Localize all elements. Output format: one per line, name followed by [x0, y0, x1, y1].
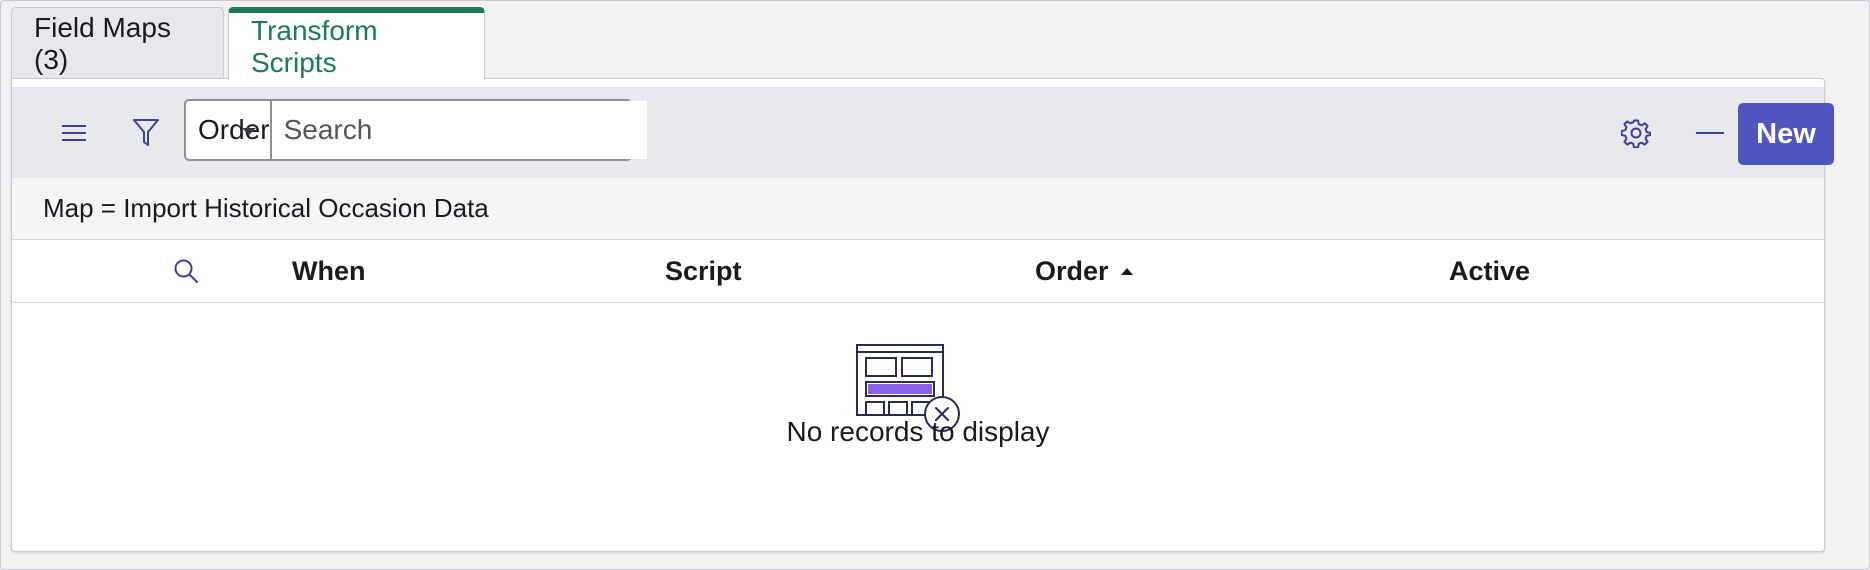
chevron-down-icon	[241, 128, 256, 135]
list-settings-button[interactable]	[1614, 111, 1658, 155]
table-header-row: When Script Order Active	[12, 240, 1824, 303]
search-field-value: Order	[198, 114, 270, 145]
search-icon	[174, 259, 198, 283]
list-search-group: Order	[184, 99, 647, 161]
column-header-active[interactable]: Active	[1449, 240, 1530, 302]
column-header-label: Script	[665, 255, 742, 286]
related-list-frame: Field Maps (3) Transform Scripts Order S…	[0, 0, 1870, 570]
column-header-label: Order	[1035, 255, 1109, 286]
column-header-label: When	[292, 255, 366, 286]
empty-state-message: No records to display	[786, 416, 1050, 447]
new-button-label: New	[1756, 117, 1816, 150]
search-input[interactable]	[271, 101, 647, 159]
breadcrumb-bar: Map = Import Historical Occasion Data	[12, 178, 1824, 240]
tab-label: Field Maps (3)	[34, 11, 171, 75]
tab-label: Transform Scripts	[251, 14, 378, 78]
hamburger-menu-icon	[62, 125, 86, 141]
tab-field-maps[interactable]: Field Maps (3)	[11, 7, 224, 79]
column-header-when[interactable]: When	[292, 240, 366, 302]
sort-ascending-icon	[1120, 267, 1133, 275]
column-header-order[interactable]: Order	[1035, 240, 1133, 302]
column-header-label: Active	[1449, 255, 1531, 286]
search-field-select[interactable]: Order	[186, 101, 272, 159]
breadcrumb-filter-condition[interactable]: Map = Import Historical Occasion Data	[12, 193, 489, 224]
column-search-button[interactable]	[164, 249, 208, 293]
tab-bar: Field Maps (3) Transform Scripts	[11, 7, 485, 80]
minus-icon	[1696, 132, 1724, 134]
gear-icon	[1621, 119, 1651, 148]
list-menu-button[interactable]	[52, 111, 96, 155]
filter-button[interactable]	[124, 111, 168, 155]
column-header-script[interactable]: Script	[665, 240, 742, 302]
filter-funnel-icon	[133, 119, 159, 146]
new-button[interactable]: New	[1738, 103, 1834, 165]
list-panel: Order New	[11, 78, 1834, 552]
list-toolbar: Order New	[12, 87, 1834, 178]
empty-state: No records to display	[12, 302, 1824, 551]
tab-transform-scripts[interactable]: Transform Scripts	[228, 7, 485, 80]
collapse-list-button[interactable]	[1688, 111, 1732, 155]
